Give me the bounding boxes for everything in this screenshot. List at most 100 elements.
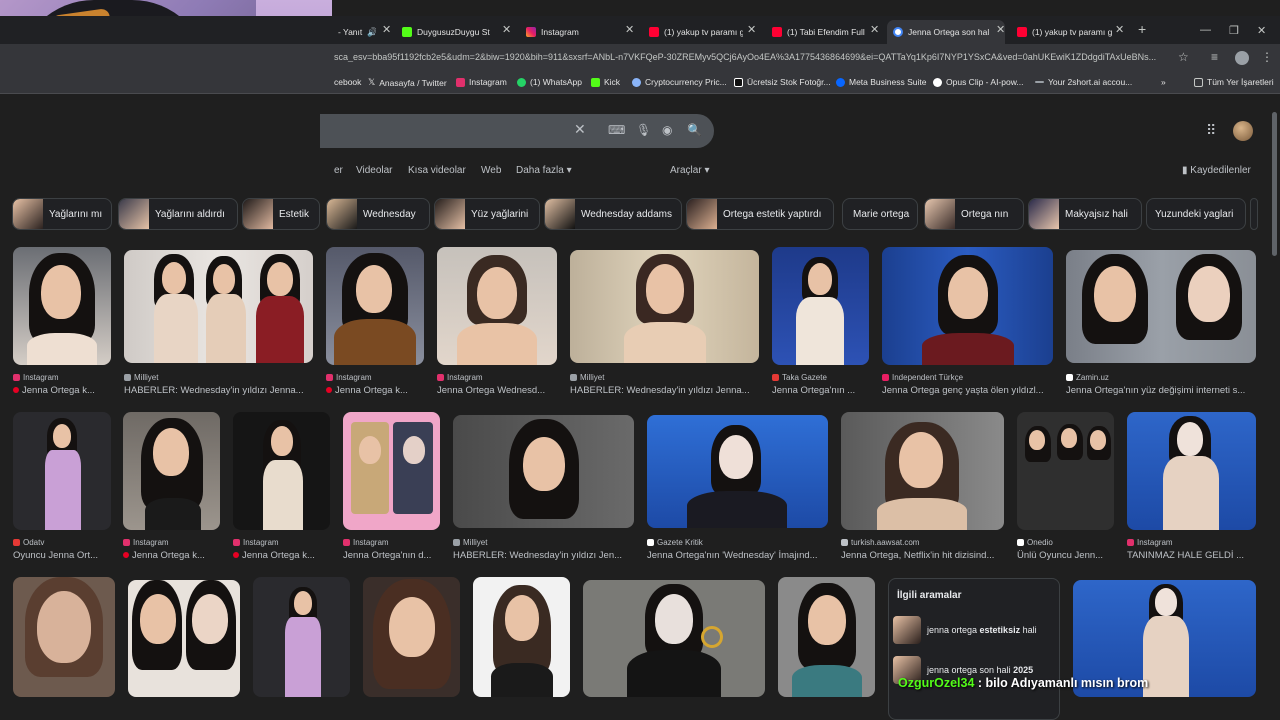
chip-thumb [1029, 199, 1059, 229]
chip-4[interactable]: Yüz yağlarini [434, 198, 540, 230]
result-card[interactable]: Instagram Jenna Ortega'nın d... [343, 412, 440, 562]
result-card[interactable] [363, 577, 460, 697]
result-card[interactable]: Zamin.uz Jenna Ortega'nın yüz değişimi i… [1066, 250, 1256, 397]
result-card[interactable]: turkish.aawsat.com Jenna Ortega, Netflix… [841, 412, 1004, 562]
menu-icon[interactable]: ⋮ [1261, 50, 1273, 64]
result-card[interactable]: Odatv Oyuncu Jenna Ort... [13, 412, 111, 562]
clear-icon[interactable]: ✕ [574, 121, 586, 138]
bookmark-2short[interactable]: Your 2short.ai accou... [1035, 77, 1132, 87]
result-card[interactable]: Taka Gazete Jenna Ortega'nın ... [772, 247, 869, 397]
result-card[interactable]: Instagram Jenna Ortega Wednesd... [437, 247, 557, 397]
opus-icon [933, 77, 942, 87]
result-card[interactable] [583, 580, 765, 697]
youtube-icon [649, 27, 659, 37]
scrollbar-thumb[interactable] [1272, 112, 1277, 256]
chip-3[interactable]: Wednesday [326, 198, 430, 230]
lens-icon[interactable]: ◉ [662, 123, 672, 137]
bookmark-crypto[interactable]: Cryptocurrency Pric... [632, 77, 727, 87]
nav-videos[interactable]: Videolar [356, 165, 393, 176]
bookmark-facebook[interactable]: cebook [334, 77, 361, 87]
close-icon[interactable]: ✕ [502, 23, 511, 36]
chip-overflow[interactable] [1250, 198, 1258, 230]
nav-more[interactable]: Daha fazla ▾ [516, 165, 572, 176]
related-item[interactable]: jenna ortega estetiksiz hali [893, 615, 1055, 645]
result-card[interactable] [13, 577, 115, 697]
close-icon[interactable]: ✕ [1115, 23, 1124, 36]
result-card[interactable]: Milliyet HABERLER: Wednesday'in yıldızı … [570, 250, 759, 397]
tab-1[interactable]: DuygusuzDuygu St [396, 20, 508, 44]
media-controls-icon[interactable]: ≡ [1211, 50, 1218, 64]
window-close-icon[interactable]: ✕ [1257, 24, 1266, 37]
result-card[interactable]: Onedio Ünlü Oyuncu Jenn... [1017, 412, 1114, 562]
tab-5-active[interactable]: Jenna Ortega son hal [887, 20, 1005, 44]
bookmark-meta[interactable]: Meta Business Suite [836, 77, 926, 87]
result-card[interactable]: Milliyet HABERLER: Wednesday'in yıldızı … [124, 250, 313, 397]
bookmark-instagram[interactable]: Instagram [456, 77, 507, 87]
search-icon[interactable]: 🔍 [687, 123, 702, 137]
profile-avatar-icon[interactable] [1235, 51, 1249, 65]
tab-3[interactable]: (1) yakup tv paramı g [643, 20, 743, 44]
result-card[interactable]: Instagram Jenna Ortega k... [326, 247, 424, 397]
tab-6[interactable]: (1) yakup tv paramı g [1011, 20, 1113, 44]
result-image [772, 247, 869, 365]
chip-6[interactable]: Ortega estetik yaptırdı [686, 198, 834, 230]
all-bookmarks[interactable]: Tüm Yer İşaretleri [1194, 77, 1274, 87]
tab-0[interactable]: - Yanıt 🔊 [332, 20, 376, 44]
result-source: turkish.aawsat.com [841, 538, 1004, 547]
result-card[interactable]: Instagram Jenna Ortega k... [123, 412, 220, 562]
chip-2[interactable]: Estetik [242, 198, 320, 230]
result-card[interactable]: Instagram TANINMAZ HALE GELDİ ... [1127, 412, 1256, 562]
result-card[interactable]: Instagram Jenna Ortega k... [13, 247, 111, 397]
result-source: Gazete Kritik [647, 538, 828, 547]
nav-images[interactable]: er [334, 165, 343, 176]
new-tab-icon[interactable]: + [1138, 21, 1146, 37]
tab-2[interactable]: Instagram [520, 20, 620, 44]
search-box[interactable]: ✕ ⌨ 🎙 ◉ 🔍 [320, 114, 714, 148]
bookmark-kick[interactable]: Kick [591, 77, 620, 87]
close-icon[interactable]: ✕ [996, 23, 1005, 36]
bookmark-opus[interactable]: Opus Clip - AI-pow... [933, 77, 1023, 87]
close-icon[interactable]: ✕ [747, 23, 756, 36]
chip-9[interactable]: Makyajsız hali [1028, 198, 1142, 230]
close-icon[interactable]: ✕ [870, 23, 879, 36]
bookmark-stock-photo[interactable]: Ücretsiz Stok Fotoğr... [734, 77, 831, 87]
saved-button[interactable]: ▮ Kaydedilenler [1182, 165, 1251, 176]
nav-short-videos[interactable]: Kısa videolar [408, 165, 466, 176]
close-icon[interactable]: ✕ [625, 23, 634, 36]
chip-8[interactable]: Ortega nın [924, 198, 1024, 230]
url-text[interactable]: sca_esv=bba95f1192fcb2e5&udm=2&biw=1920&… [334, 52, 1170, 62]
result-card[interactable] [473, 577, 570, 697]
nav-web[interactable]: Web [481, 165, 501, 176]
result-image [124, 250, 313, 363]
apps-grid-icon[interactable]: ⠿ [1206, 122, 1216, 139]
bookmark-twitter[interactable]: 𝕏 Anasayfa / Twitter [368, 77, 447, 88]
chip-1[interactable]: Yağlarını aldırdı [118, 198, 238, 230]
account-avatar[interactable] [1233, 121, 1253, 141]
minimize-icon[interactable]: — [1200, 24, 1211, 36]
result-card[interactable]: Instagram Jenna Ortega k... [233, 412, 330, 562]
chip-7[interactable]: Marie ortega [842, 198, 918, 230]
bookmark-whatsapp[interactable]: (1) WhatsApp [517, 77, 582, 87]
restore-icon[interactable]: ❐ [1229, 24, 1239, 37]
result-card[interactable] [778, 577, 875, 697]
keyboard-icon[interactable]: ⌨ [608, 123, 625, 137]
result-card[interactable]: Milliyet HABERLER: Wednesday'in yıldızı … [453, 415, 634, 562]
star-icon[interactable]: ☆ [1178, 50, 1189, 64]
microphone-icon[interactable]: 🎙 [636, 123, 651, 137]
chip-0[interactable]: Yağlarını mı [12, 198, 112, 230]
dress-shape [256, 296, 304, 363]
chip-5[interactable]: Wednesday addams [544, 198, 682, 230]
result-card[interactable] [253, 577, 350, 697]
result-card[interactable]: Independent Türkçe Jenna Ortega genç yaş… [882, 247, 1053, 397]
result-image [570, 250, 759, 363]
more-bookmarks-icon[interactable]: » [1161, 77, 1166, 87]
nav-tools[interactable]: Araçlar ▾ [670, 165, 710, 176]
result-card[interactable]: Gazete Kritik Jenna Ortega'nın 'Wednesda… [647, 415, 828, 562]
result-image [437, 247, 557, 365]
odatv-icon [13, 539, 20, 546]
chip-10[interactable]: Yuzundeki yaglari [1146, 198, 1246, 230]
result-card[interactable] [128, 580, 240, 697]
dress-shape [457, 323, 537, 365]
tab-4[interactable]: (1) Tabi Efendim Full [766, 20, 866, 44]
close-icon[interactable]: ✕ [382, 23, 391, 36]
